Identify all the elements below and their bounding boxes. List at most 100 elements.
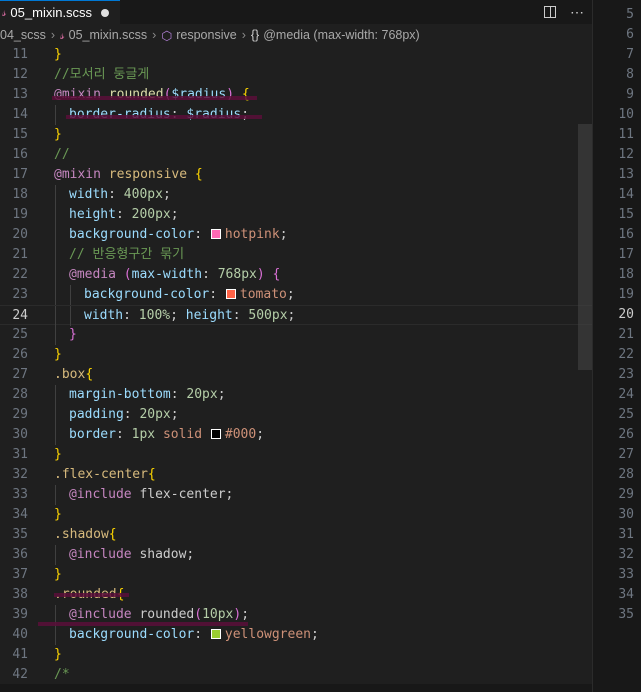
line-number: 25 — [12, 327, 28, 342]
mixin-symbol-icon: ⬡ — [161, 28, 173, 43]
code-line[interactable]: 32 .flex-center{ — [0, 465, 592, 485]
side-line-number: 10 — [618, 107, 634, 122]
code-line[interactable]: 20 background-color: hotpink; — [0, 225, 592, 245]
code-line[interactable]: 42 /* — [0, 665, 592, 685]
code-line[interactable]: 12 //모서리 둥글게 — [0, 65, 592, 85]
code-text: } — [69, 325, 77, 345]
code-line[interactable]: 33 @include flex-center; — [0, 485, 592, 505]
code-token: ; — [162, 187, 171, 202]
color-swatch-icon[interactable] — [225, 289, 236, 299]
code-token: height — [69, 207, 116, 222]
breadcrumb-mixin[interactable]: responsive — [176, 28, 236, 42]
tab-05-mixin[interactable]: 𝓈 05_mixin.scss — [0, 0, 120, 24]
highlight-mark — [52, 96, 257, 100]
line-number: 42 — [12, 667, 28, 682]
code-text: // — [54, 145, 70, 165]
code-token: : — [123, 308, 139, 323]
code-token: } — [54, 347, 62, 362]
side-line-number: 14 — [618, 187, 634, 202]
side-line-number: 27 — [618, 447, 634, 462]
code-line[interactable]: 18 width: 400px; — [0, 185, 592, 205]
code-token: } — [54, 47, 62, 62]
code-token: yellowgreen — [224, 627, 311, 642]
line-number: 21 — [12, 247, 28, 262]
code-line[interactable]: 22 @media (max-width: 768px) { — [0, 265, 592, 285]
code-line[interactable]: 34} — [0, 505, 592, 525]
side-line-number: 33 — [618, 567, 634, 582]
code-line[interactable]: 41} — [0, 645, 592, 665]
code-line[interactable]: 11} — [0, 45, 592, 65]
code-line[interactable]: 17 @mixin responsive { — [0, 165, 592, 185]
code-token: 20px — [186, 387, 218, 402]
code-token: shadow — [139, 547, 187, 562]
code-line[interactable]: 31} — [0, 445, 592, 465]
code-line[interactable]: 16 // — [0, 145, 592, 165]
more-actions-icon[interactable]: ⋯ — [570, 4, 584, 21]
code-line[interactable]: 24 width: 100%; height: 500px; — [0, 305, 592, 326]
code-token: : — [123, 407, 140, 422]
code-text: } — [54, 125, 62, 145]
code-token: @media — [69, 267, 116, 282]
indent-guide — [70, 285, 71, 305]
code-line[interactable]: 21 // 반응형구간 묶기 — [0, 245, 592, 265]
code-token: 10px — [202, 607, 234, 622]
sass-icon: 𝓈 — [2, 5, 7, 19]
code-line[interactable]: 23 background-color: tomato; — [0, 285, 592, 305]
code-line[interactable]: 25} — [0, 325, 592, 345]
code-token: ; — [170, 308, 178, 323]
indent-guide — [55, 325, 56, 345]
code-line[interactable]: 27 .box{ — [0, 365, 592, 385]
indent-guide — [55, 405, 56, 425]
side-line-number: 13 — [618, 167, 634, 182]
breadcrumb-folder[interactable]: 04_scss — [0, 28, 46, 42]
code-text: @include shadow; — [69, 545, 194, 565]
side-line-number: 6 — [626, 27, 634, 42]
line-number: 15 — [12, 127, 28, 142]
editor-scrollbar-thumb[interactable] — [578, 124, 592, 370]
indent-guide — [55, 185, 56, 205]
code-token: : — [202, 267, 218, 282]
side-line-number: 30 — [618, 507, 634, 522]
code-token: 500px — [248, 308, 288, 323]
code-line[interactable]: 29 padding: 20px; — [0, 405, 592, 425]
code-text: } — [54, 45, 62, 65]
line-number: 16 — [12, 147, 28, 162]
breadcrumb-media[interactable]: @media (max-width: 768px) — [263, 28, 420, 42]
code-text: } — [54, 445, 62, 465]
code-line[interactable]: 13 @mixin rounded($radius) { — [0, 85, 592, 105]
breadcrumb-file[interactable]: 05_mixin.scss — [69, 28, 148, 42]
split-editor-icon[interactable] — [544, 6, 556, 18]
code-line[interactable]: 40 background-color: yellowgreen; — [0, 625, 592, 645]
code-token: ; — [287, 308, 296, 323]
right-editor-gutter: 5 6 7 8 9 10 11 12 13 14 15 16 17 18 19 20 21 22 23 24 25 26 2… — [592, 0, 641, 692]
code-editor[interactable]: 11} 12 //모서리 둥글게 13 @mixin rounded($radius) … — [0, 46, 592, 692]
code-line[interactable]: 36 @include shadow; — [0, 545, 592, 565]
code-token: 200px — [131, 207, 171, 222]
code-line[interactable]: 30 border: 1px solid #000; — [0, 425, 592, 445]
side-line-number: 5 — [626, 7, 634, 22]
side-line-number: 9 — [626, 87, 634, 102]
side-line-number: 28 — [618, 467, 634, 482]
code-line[interactable]: 35 .shadow{ — [0, 525, 592, 545]
code-line[interactable]: 28 margin-bottom: 20px; — [0, 385, 592, 405]
code-token: @include — [69, 607, 132, 622]
side-line-number: 15 — [618, 207, 634, 222]
code-token: : — [115, 207, 132, 222]
code-line[interactable]: 15} — [0, 125, 592, 145]
color-swatch-icon[interactable] — [210, 429, 221, 439]
code-line[interactable]: 37} — [0, 565, 592, 585]
code-line[interactable]: 26} — [0, 345, 592, 365]
code-line[interactable]: 19 height: 200px; — [0, 205, 592, 225]
line-number: 12 — [12, 67, 28, 82]
color-swatch-icon[interactable] — [210, 229, 221, 239]
color-swatch-icon[interactable] — [210, 629, 221, 639]
unsaved-dot-icon[interactable] — [101, 8, 110, 17]
indent-guide — [55, 306, 56, 326]
line-number: 17 — [12, 167, 28, 182]
code-text: background-color: hotpink; — [69, 225, 288, 245]
indent-guide — [55, 265, 56, 285]
